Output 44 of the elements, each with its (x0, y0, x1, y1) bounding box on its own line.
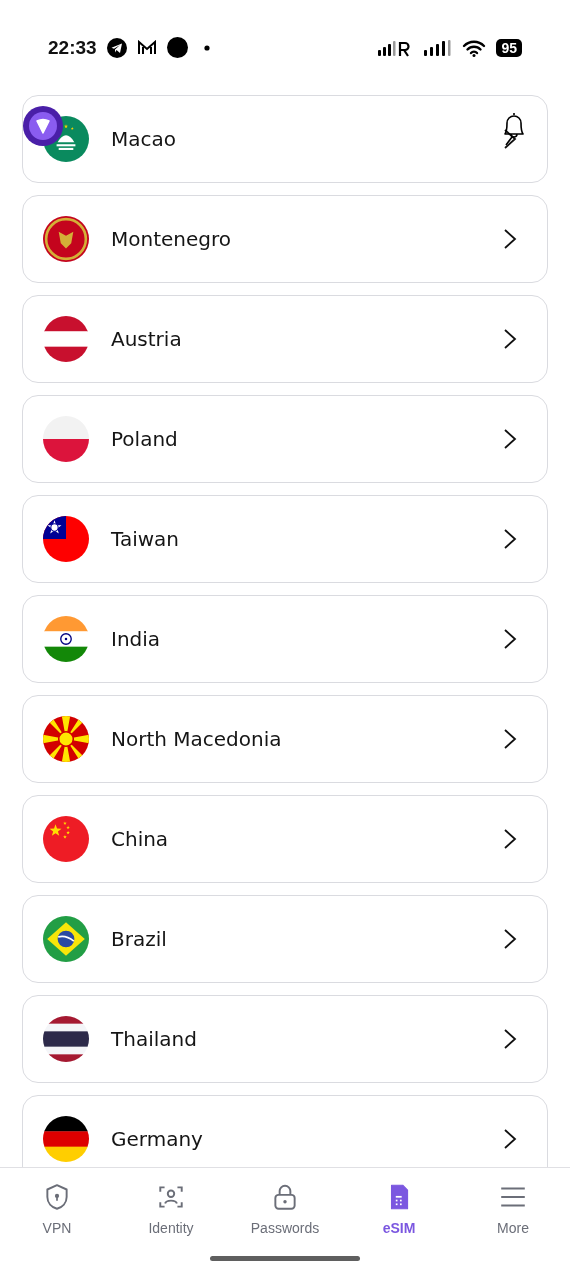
country-name: North Macedonia (111, 727, 283, 751)
country-card[interactable]: India (22, 595, 548, 683)
flag-icon (43, 1016, 89, 1062)
country-card[interactable]: Montenegro (22, 195, 548, 283)
telegram-icon (106, 37, 127, 58)
flag-icon (43, 816, 89, 862)
circle-icon (166, 37, 188, 58)
flag-icon (43, 916, 89, 962)
country-name: India (111, 627, 162, 651)
country-card[interactable]: Thailand (22, 995, 548, 1083)
flag-icon (43, 616, 89, 662)
country-card[interactable]: Poland (22, 395, 548, 483)
country-name: Germany (111, 1127, 204, 1151)
country-card[interactable]: Taiwan (22, 495, 548, 583)
flag-icon (43, 1116, 89, 1162)
country-name: Macao (111, 127, 177, 151)
flag-icon (43, 316, 89, 362)
country-name: Brazil (111, 927, 168, 951)
nav-tab[interactable]: More (456, 1182, 570, 1236)
country-name: Austria (111, 327, 183, 351)
battery-level: 95 (496, 38, 522, 57)
country-card[interactable]: Austria (22, 295, 548, 383)
nav-tab[interactable]: eSIM (342, 1182, 456, 1236)
signal-icon (424, 38, 453, 57)
flag-icon (43, 416, 89, 462)
flag-icon (43, 716, 89, 762)
flag-icon (43, 216, 89, 262)
country-name: Montenegro (111, 227, 232, 251)
wifi-icon (462, 38, 487, 57)
nav-tab[interactable]: Identity (114, 1182, 228, 1236)
flag-icon (43, 516, 89, 562)
nav-tab[interactable]: VPN (0, 1182, 114, 1236)
status-time: 22:33 (48, 36, 97, 59)
country-name: Thailand (111, 1027, 198, 1051)
shield-bubble-icon[interactable] (22, 105, 64, 147)
nav-tab[interactable]: Passwords (228, 1182, 342, 1236)
country-card[interactable]: Brazil (22, 895, 548, 983)
country-card[interactable]: North Macedonia (22, 695, 548, 783)
country-name: Poland (111, 427, 179, 451)
country-card[interactable]: China (22, 795, 548, 883)
dot-icon (203, 44, 210, 51)
country-name: China (111, 827, 170, 851)
country-name: Taiwan (111, 527, 180, 551)
mail-icon (136, 39, 157, 56)
